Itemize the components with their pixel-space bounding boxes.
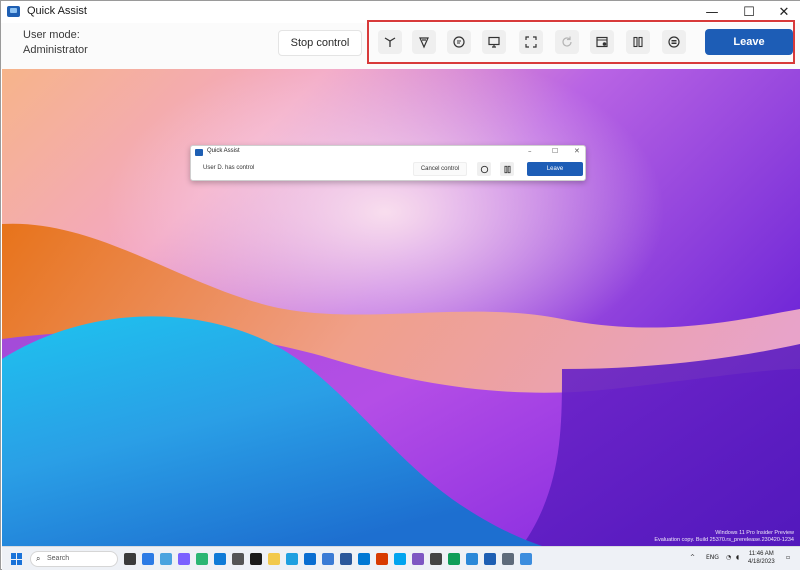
store-icon[interactable] — [304, 553, 316, 565]
laser-pointer-icon — [384, 37, 396, 47]
stop-control-button[interactable]: Stop control — [278, 30, 362, 56]
remote-taskbar: ⌕ Search ^ ENG ◔ ◖ 11:46 AM 4/18/2023 ▫ — [2, 546, 800, 570]
window-title: Quick Assist — [27, 5, 87, 17]
network-icon[interactable]: ◔ — [726, 554, 731, 561]
photos-icon[interactable] — [322, 553, 334, 565]
popup-leave-button[interactable]: Leave — [527, 162, 583, 176]
file-explorer-icon[interactable] — [268, 553, 280, 565]
windows-logo-icon — [11, 553, 16, 559]
settings-icon[interactable] — [232, 553, 244, 565]
reconnect-button[interactable] — [555, 30, 579, 54]
popup-close-button[interactable]: ✕ — [574, 147, 580, 155]
cancel-control-button[interactable]: Cancel control — [413, 162, 467, 176]
user-mode-value: Administrator — [23, 44, 88, 56]
app-icon[interactable] — [466, 553, 478, 565]
task-view-icon[interactable] — [124, 553, 136, 565]
vscode-icon[interactable] — [358, 553, 370, 565]
popup-app-icon — [195, 149, 203, 156]
app-icon[interactable] — [430, 553, 442, 565]
quick-assist-taskbar-icon[interactable] — [484, 553, 496, 565]
app-icon[interactable] — [196, 553, 208, 565]
terminal-icon[interactable] — [250, 553, 262, 565]
watermark-line1: Windows 11 Pro Insider Preview — [715, 530, 794, 536]
popup-maximize-button[interactable]: ☐ — [552, 147, 558, 155]
app-icon[interactable] — [376, 553, 388, 565]
widgets-icon[interactable] — [142, 553, 154, 565]
taskbar-clock[interactable]: 11:46 AM 4/18/2023 — [748, 550, 775, 566]
clock-time: 11:46 AM — [748, 551, 774, 557]
chat-icon — [453, 36, 465, 48]
teams-icon[interactable] — [178, 553, 190, 565]
edge-browser-icon[interactable] — [286, 553, 298, 565]
quick-assist-window: Quick Assist — ☐ ✕ User mode: Administra… — [0, 0, 800, 570]
app-icon[interactable] — [394, 553, 406, 565]
laser-pointer-button[interactable] — [378, 30, 402, 54]
word-icon[interactable] — [340, 553, 352, 565]
volume-icon[interactable]: ◖ — [736, 554, 739, 561]
start-button[interactable] — [11, 553, 23, 565]
app-icon[interactable] — [214, 553, 226, 565]
pause-icon — [633, 36, 643, 48]
watermark-line2: Evaluation copy. Build 25370.rs_prerelea… — [654, 537, 794, 543]
popup-pause-icon — [504, 165, 510, 173]
task-manager-icon — [596, 36, 608, 48]
select-monitor-icon — [488, 36, 500, 48]
build-watermark: Windows 11 Pro Insider Preview Evaluatio… — [654, 530, 794, 544]
details-button[interactable] — [662, 30, 686, 54]
popup-chat-icon — [480, 165, 488, 173]
popup-title: Quick Assist — [207, 148, 240, 154]
fullscreen-button[interactable] — [519, 30, 543, 54]
tray-chevron-icon[interactable]: ^ — [690, 554, 695, 561]
chat-button[interactable] — [447, 30, 471, 54]
annotate-button[interactable] — [412, 30, 436, 54]
remote-desktop-view[interactable]: Quick Assist – ☐ ✕ User D. has control C… — [2, 69, 800, 546]
task-manager-button[interactable] — [590, 30, 614, 54]
pause-button[interactable] — [626, 30, 650, 54]
notifications-icon[interactable]: ▫ — [786, 554, 790, 561]
remote-quick-assist-popup: Quick Assist – ☐ ✕ User D. has control C… — [190, 145, 586, 181]
user-mode-label: User mode: — [23, 29, 80, 41]
app-icon[interactable] — [502, 553, 514, 565]
leave-button[interactable]: Leave — [705, 29, 793, 55]
language-indicator[interactable]: ENG — [706, 554, 719, 561]
annotate-icon — [419, 37, 429, 49]
app-icon[interactable] — [448, 553, 460, 565]
select-monitor-button[interactable] — [482, 30, 506, 54]
desktop-wallpaper — [2, 69, 800, 546]
app-icon[interactable] — [412, 553, 424, 565]
session-toolbar: User mode: Administrator Stop control Le… — [1, 20, 800, 69]
popup-minimize-button[interactable]: – — [528, 147, 532, 155]
quick-assist-app-icon — [7, 6, 20, 17]
details-icon — [668, 36, 680, 48]
user-mode: User mode: Administrator — [23, 28, 88, 58]
popup-chat-button[interactable] — [477, 162, 491, 176]
fullscreen-icon — [525, 36, 537, 48]
reconnect-icon — [562, 36, 572, 47]
taskbar-search-box[interactable]: ⌕ Search — [30, 551, 118, 567]
popup-status-text: User D. has control — [203, 165, 255, 171]
app-icon[interactable] — [520, 553, 532, 565]
taskbar-search-placeholder: Search — [47, 555, 70, 562]
edge-icon[interactable] — [160, 553, 172, 565]
search-icon: ⌕ — [36, 554, 41, 563]
popup-pause-button[interactable] — [500, 162, 514, 176]
clock-date: 4/18/2023 — [748, 559, 775, 565]
